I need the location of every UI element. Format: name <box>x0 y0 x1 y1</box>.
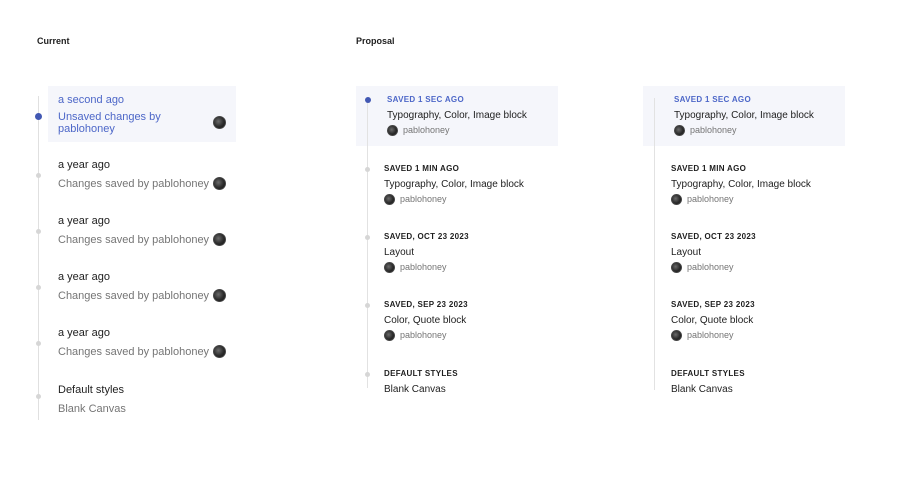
revision-desc: Layout <box>384 247 415 258</box>
revision-desc: Typography, Color, Image block <box>384 179 524 190</box>
revision-time: a second ago <box>58 94 125 106</box>
avatar <box>384 330 395 342</box>
revision-desc: Blank Canvas <box>671 384 733 395</box>
revision-label: SAVED 1 SEC AGO <box>387 95 464 104</box>
avatar <box>671 330 682 342</box>
timeline-dot <box>36 394 41 399</box>
author-name: pablohoney <box>403 125 450 135</box>
revision-author: pablohoney <box>384 194 447 206</box>
revision-desc: Blank Canvas <box>384 384 446 395</box>
avatar <box>384 262 395 274</box>
revision-desc: Color, Quote block <box>384 315 467 326</box>
revision-desc: Changes saved by pablohoney <box>58 290 210 302</box>
timeline-dot <box>36 229 41 234</box>
revision-desc: Changes saved by pablohoney <box>58 178 210 190</box>
revision-label: SAVED 1 SEC AGO <box>674 95 751 104</box>
revision-time: Default styles <box>58 384 125 396</box>
timeline-dot <box>365 167 370 172</box>
revision-label: SAVED 1 MIN AGO <box>671 164 747 173</box>
revision-label: SAVED 1 MIN AGO <box>384 164 460 173</box>
timeline-dot <box>365 303 370 308</box>
author-name: pablohoney <box>687 330 734 340</box>
revision-desc: Typography, Color, Image block <box>387 110 527 121</box>
revision-author: pablohoney <box>671 262 734 274</box>
timeline-line <box>367 100 368 388</box>
author-name: pablohoney <box>400 262 447 272</box>
section-title-current: Current <box>37 36 70 46</box>
revision-label: DEFAULT STYLES <box>384 369 458 378</box>
avatar <box>674 125 685 137</box>
timeline-dot <box>36 341 41 346</box>
avatar <box>213 177 226 190</box>
revision-label: SAVED, OCT 23 2023 <box>384 232 469 241</box>
avatar <box>213 289 226 302</box>
timeline-line <box>38 96 39 420</box>
author-name: pablohoney <box>400 194 447 204</box>
avatar <box>213 345 226 358</box>
section-title-proposal: Proposal <box>356 36 395 46</box>
revision-author: pablohoney <box>384 330 447 342</box>
timeline-dot <box>36 173 41 178</box>
avatar <box>671 262 682 274</box>
revision-author: pablohoney <box>387 125 450 137</box>
author-name: pablohoney <box>687 262 734 272</box>
revision-desc: Layout <box>671 247 702 258</box>
timeline-dot <box>365 372 370 377</box>
timeline-dot <box>365 235 370 240</box>
avatar <box>671 194 682 206</box>
revision-desc: Changes saved by pablohoney <box>58 234 210 246</box>
revision-desc: Typography, Color, Image block <box>671 179 811 190</box>
revision-desc: Unsaved changes by pablohoney <box>58 111 161 135</box>
avatar <box>213 116 226 129</box>
revision-desc: Typography, Color, Image block <box>674 110 814 121</box>
timeline-dot-active <box>35 113 42 120</box>
timeline-dot-active <box>365 97 371 103</box>
avatar <box>384 194 395 206</box>
revision-author: pablohoney <box>674 125 737 137</box>
revision-label: SAVED, OCT 23 2023 <box>671 232 756 241</box>
revision-time: a year ago <box>58 159 110 171</box>
revision-desc: Color, Quote block <box>671 315 754 326</box>
author-name: pablohoney <box>400 330 447 340</box>
revision-label: SAVED, SEP 23 2023 <box>671 300 755 309</box>
revision-desc: Blank Canvas <box>58 403 126 415</box>
timeline-line <box>654 98 655 390</box>
revision-time: a year ago <box>58 327 110 339</box>
author-name: pablohoney <box>687 194 734 204</box>
revision-time: a year ago <box>58 271 110 283</box>
revision-label: DEFAULT STYLES <box>671 369 745 378</box>
author-name: pablohoney <box>690 125 737 135</box>
revision-author: pablohoney <box>671 330 734 342</box>
avatar <box>213 233 226 246</box>
revision-desc: Changes saved by pablohoney <box>58 346 210 358</box>
revision-author: pablohoney <box>384 262 447 274</box>
revision-time: a year ago <box>58 215 110 227</box>
revision-label: SAVED, SEP 23 2023 <box>384 300 468 309</box>
timeline-dot <box>36 285 41 290</box>
revision-author: pablohoney <box>671 194 734 206</box>
avatar <box>387 125 398 137</box>
